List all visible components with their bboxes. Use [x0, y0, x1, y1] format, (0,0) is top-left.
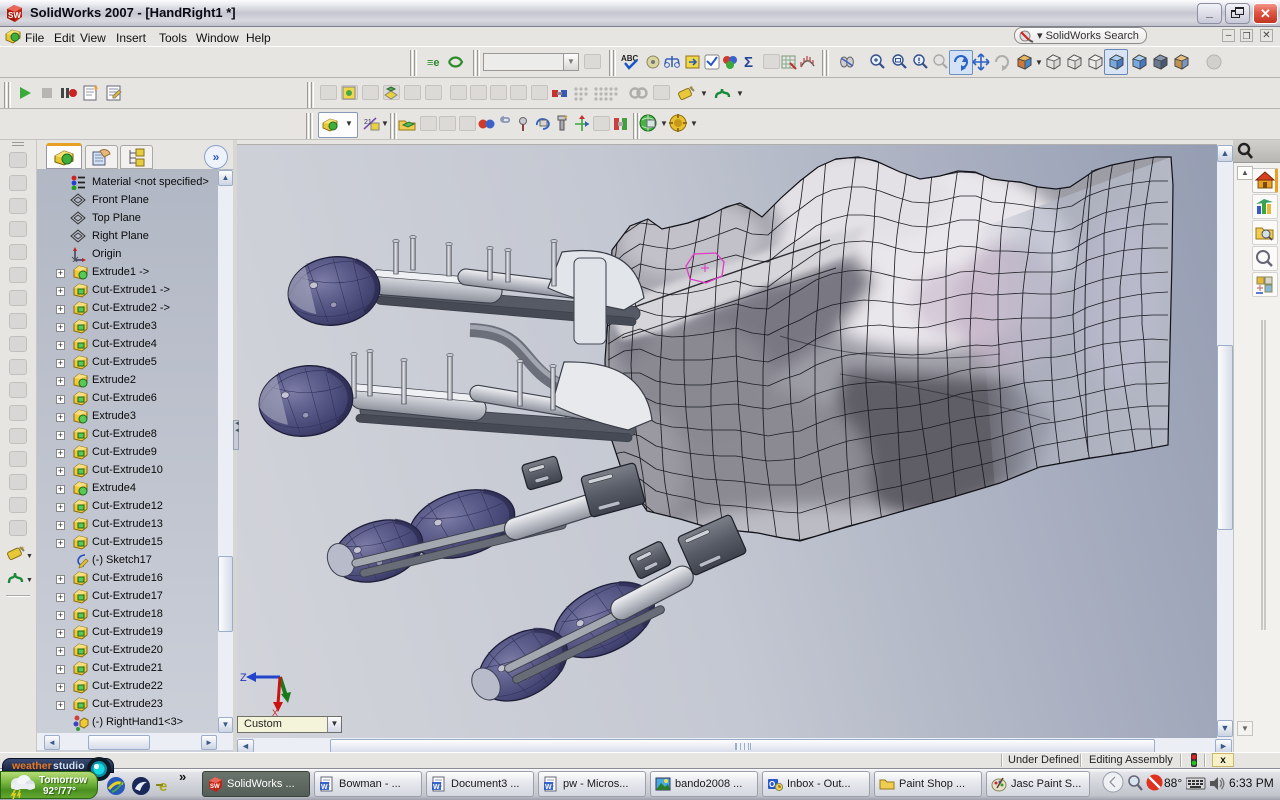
svg-text:e: e — [159, 778, 167, 795]
svg-text:SW: SW — [210, 784, 220, 790]
svg-text:W: W — [321, 784, 328, 791]
svg-text:*: * — [690, 85, 693, 94]
svg-text:SW: SW — [8, 11, 21, 20]
svg-text:*: * — [21, 545, 25, 555]
svg-text:W: W — [545, 784, 552, 791]
svg-text:≡e: ≡e — [427, 57, 440, 69]
svg-text:21: 21 — [364, 119, 372, 126]
svg-text:Σ: Σ — [744, 54, 753, 71]
svg-text:▼: ▼ — [26, 577, 32, 584]
svg-text:W: W — [433, 784, 440, 791]
svg-text:*: * — [564, 114, 568, 124]
svg-text:O: O — [769, 780, 775, 789]
svg-text:Z: Z — [240, 672, 247, 684]
svg-text:▼: ▼ — [26, 553, 32, 560]
